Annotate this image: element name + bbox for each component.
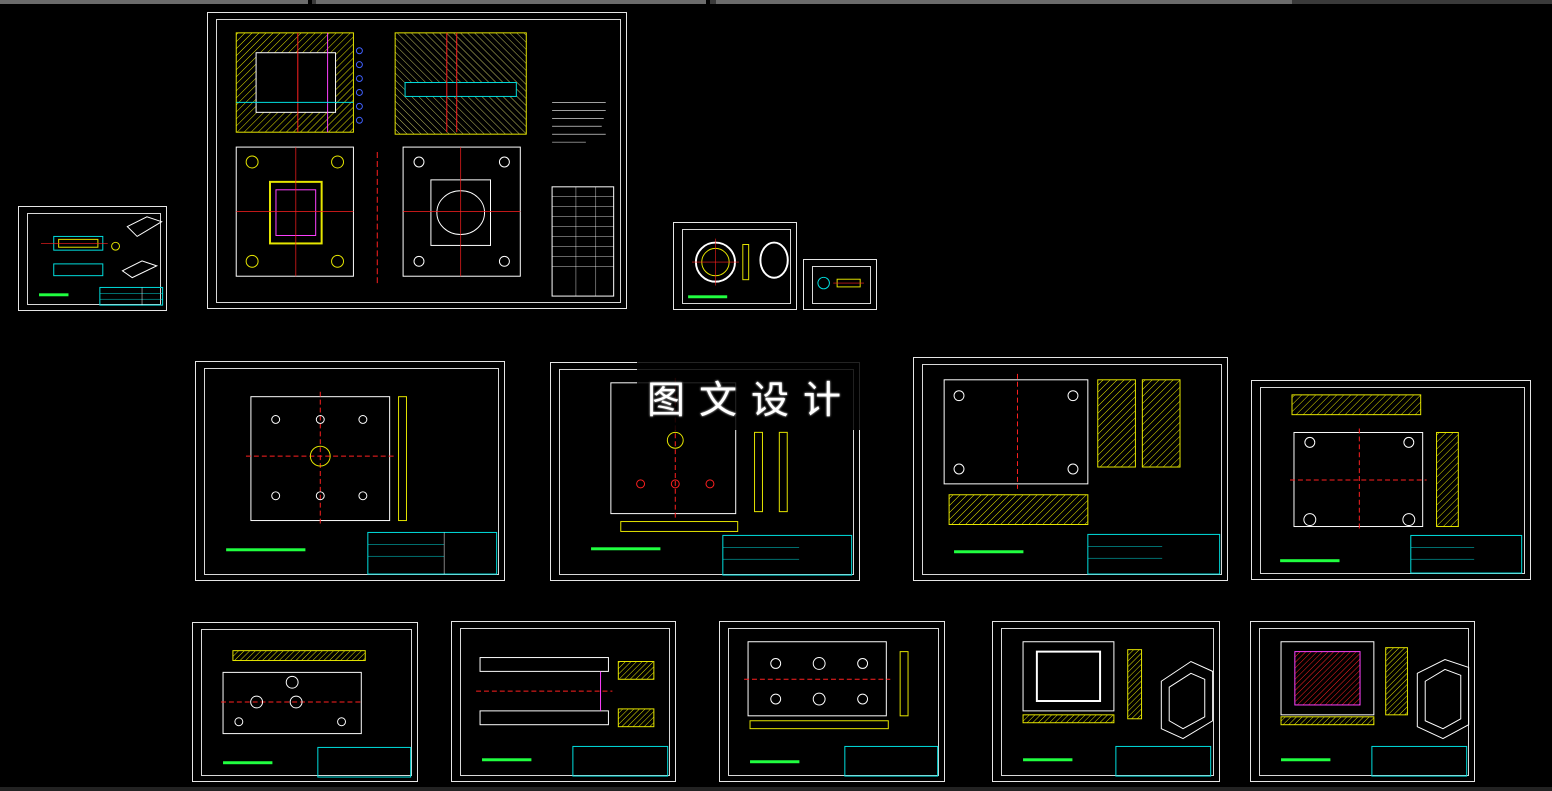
title-bar-segment xyxy=(0,0,308,4)
ejector-plate-drawing-sheet[interactable] xyxy=(451,621,676,782)
title-bar-segment xyxy=(316,0,706,4)
support-plate-drawing-sheet[interactable] xyxy=(1251,380,1531,580)
ring-part-drawing-sheet[interactable] xyxy=(673,222,797,310)
ejector-plate-graphics xyxy=(476,657,669,777)
title-bar-divider xyxy=(706,0,710,4)
assembly-drawing-graphics xyxy=(235,32,615,297)
status-bar xyxy=(0,787,1552,791)
window-title-bar xyxy=(0,0,1552,4)
ring-part-graphics xyxy=(688,238,789,299)
part-drawing-graphics xyxy=(39,216,164,306)
support-plate-graphics xyxy=(1280,394,1523,574)
fixed-plate-graphics xyxy=(226,391,498,575)
small-detail-drawing-sheet[interactable] xyxy=(803,259,877,310)
cavity-plate-graphics xyxy=(943,373,1221,575)
core-insert-graphics xyxy=(1022,641,1214,777)
part-drawing-sheet[interactable] xyxy=(18,206,167,311)
push-plate-graphics xyxy=(221,650,412,778)
core-insert-drawing-sheet[interactable] xyxy=(992,621,1220,782)
cavity-insert-drawing-sheet[interactable] xyxy=(1250,621,1475,782)
stripper-plate-drawing-sheet[interactable] xyxy=(719,621,945,782)
cavity-plate-drawing-sheet[interactable] xyxy=(913,357,1228,581)
title-bar-segment xyxy=(716,0,1292,4)
small-detail-graphics xyxy=(817,276,865,290)
stripper-plate-graphics xyxy=(744,641,939,777)
cavity-insert-graphics xyxy=(1280,641,1470,777)
watermark-text: 图文设计 xyxy=(637,362,865,430)
push-plate-drawing-sheet[interactable] xyxy=(192,622,418,782)
title-bar-divider xyxy=(308,0,312,4)
assembly-drawing-sheet[interactable] xyxy=(207,12,627,309)
fixed-plate-drawing-sheet[interactable] xyxy=(195,361,505,581)
